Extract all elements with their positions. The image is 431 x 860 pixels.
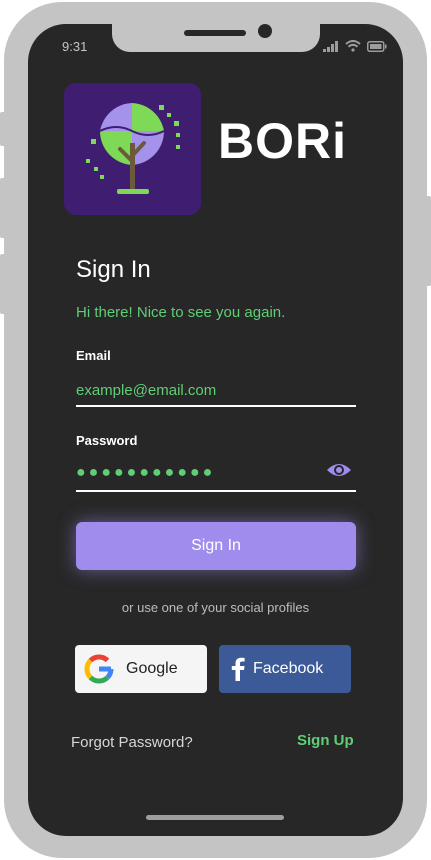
facebook-icon [231, 657, 245, 681]
sign-in-button[interactable]: Sign In [76, 522, 356, 570]
status-time: 9:31 [62, 39, 88, 54]
screen: 9:31 BORi Sign In Hi there! Nice to see … [28, 24, 403, 836]
social-caption: or use one of your social profiles [121, 600, 310, 615]
phone-side-button [0, 112, 6, 146]
wifi-icon [345, 40, 361, 52]
google-label: Google [126, 660, 178, 677]
phone-volume-down-button [0, 254, 6, 314]
signal-icon [323, 40, 338, 52]
email-field[interactable] [76, 375, 356, 407]
notch [112, 24, 320, 52]
phone-volume-up-button [0, 178, 6, 238]
forgot-password-link[interactable]: Forgot Password? [71, 734, 193, 751]
facebook-sign-in-button[interactable]: Facebook [219, 645, 351, 693]
brand-name: BORi [218, 113, 347, 169]
app-logo [64, 83, 201, 215]
camera [258, 24, 272, 38]
page-title: Sign In [76, 256, 151, 283]
phone-power-button [425, 196, 431, 286]
password-field[interactable] [76, 456, 356, 492]
tree-logo-icon [86, 103, 180, 194]
battery-icon [367, 40, 387, 52]
sign-up-link[interactable]: Sign Up [297, 732, 354, 749]
welcome-text: Hi there! Nice to see you again. [76, 304, 286, 321]
home-indicator [146, 815, 284, 820]
google-icon [84, 654, 114, 684]
status-icons [323, 40, 387, 52]
facebook-label: Facebook [253, 660, 324, 677]
speaker [184, 30, 246, 36]
google-sign-in-button[interactable]: Google [75, 645, 207, 693]
password-label: Password [76, 433, 138, 448]
email-label: Email [76, 348, 111, 363]
eye-icon[interactable] [325, 460, 353, 480]
